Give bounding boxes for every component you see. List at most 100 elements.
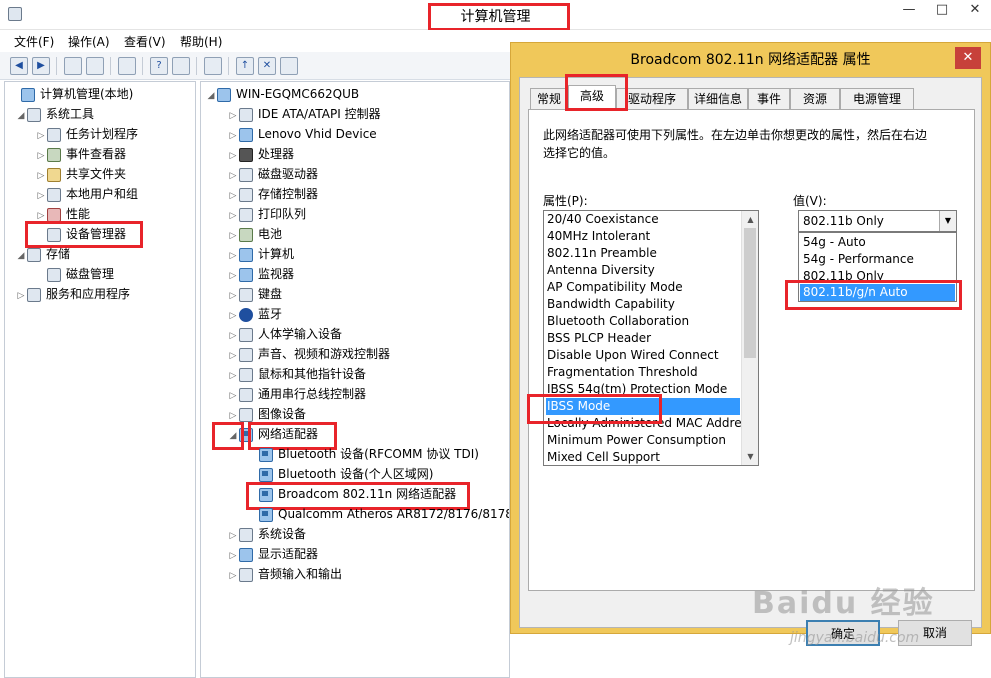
device-category[interactable]: ▷ Lenovo Vhid Device [227,124,377,144]
tree-node-event-viewer[interactable]: ▷ 事件查看器 [35,144,126,164]
tree-node-device-manager[interactable]: 设备管理器 [35,224,126,244]
menu-action[interactable]: 操作(A) [68,33,110,50]
device-category[interactable]: ▷ 处理器 [227,144,294,164]
value-option[interactable]: 54g - Auto [800,234,955,251]
value-select[interactable]: 802.11b Only ▼ [798,210,957,232]
property-item-selected[interactable]: IBSS Mode [546,398,740,415]
scan-hardware-icon[interactable] [204,57,222,75]
tree-node-task-scheduler[interactable]: ▷ 任务计划程序 [35,124,138,144]
device-category[interactable]: ▷ 磁盘驱动器 [227,164,318,184]
device-category-network[interactable]: ◢ 网络适配器 [227,424,318,444]
property-item[interactable]: 40MHz Intolerant [546,228,740,245]
tab-driver[interactable]: 驱动程序 [616,88,688,109]
maximize-button[interactable]: □ [926,0,958,22]
device-category[interactable]: ▷ 键盘 [227,284,282,304]
help-icon[interactable]: ? [150,57,168,75]
device-category[interactable]: ▷ 打印队列 [227,204,306,224]
value-option[interactable]: 802.11b Only [800,268,955,285]
property-item[interactable]: IBSS 54g(tm) Protection Mode [546,381,740,398]
property-item[interactable]: Locally Administered MAC Address [546,415,754,432]
tree-node-local-users[interactable]: ▷ 本地用户和组 [35,184,138,204]
tree-node-shared-folders[interactable]: ▷ 共享文件夹 [35,164,126,184]
scroll-down-icon[interactable]: ▼ [742,448,758,465]
tab-general[interactable]: 常规 [530,88,568,109]
network-device[interactable]: Bluetooth 设备(RFCOMM 协议 TDI) [259,444,479,464]
property-item[interactable]: Mixed Cell Support [546,449,740,465]
device-category[interactable]: ▷ 存储控制器 [227,184,318,204]
device-category[interactable]: ▷ 显示适配器 [227,544,318,564]
scroll-up-icon[interactable]: ▲ [742,211,758,228]
monitor-icon [239,267,253,282]
camera-icon [239,407,253,422]
tree-node-storage[interactable]: ◢ 存储 [15,244,70,264]
dialog-body: 常规 高级 驱动程序 详细信息 事件 资源 电源管理 此网络适配器可使用下列属性… [519,74,982,646]
computer-mgmt-icon [21,87,35,102]
device-category[interactable]: ▷ IDE ATA/ATAPI 控制器 [227,104,381,124]
show-tree-icon[interactable] [86,57,104,75]
device-category[interactable]: ▷ 鼠标和其他指针设备 [227,364,366,384]
device-category[interactable]: ▷ 蓝牙 [227,304,282,324]
menu-file[interactable]: 文件(F) [14,33,54,50]
device-category[interactable]: ▷ 音频输入和输出 [227,564,342,584]
scroll-thumb[interactable] [744,228,756,358]
tab-advanced[interactable]: 高级 [568,85,616,110]
tree-node-disk-management[interactable]: 磁盘管理 [35,264,114,284]
tree-node-system-tools[interactable]: ◢ 系统工具 [15,104,94,124]
console-tree: 计算机管理(本地) ◢ 系统工具 ▷ 任务计划程序 ▷ 事件查看器 ▷ 共享文件夹 ▷ 本… [4,81,196,678]
network-device[interactable]: Bluetooth 设备(个人区域网) [259,464,433,484]
tree-node-computer-management[interactable]: 计算机管理(本地) [9,84,133,104]
device-category[interactable]: ▷ 通用串行总线控制器 [227,384,366,404]
chevron-down-icon[interactable]: ▼ [939,211,956,231]
export-icon[interactable] [118,57,136,75]
forward-icon[interactable]: ▶ [32,57,50,75]
property-item[interactable]: BSS PLCP Header [546,330,740,347]
device-category[interactable]: ▷ 电池 [227,224,282,244]
advanced-panel: 此网络适配器可使用下列属性。在左边单击你想更改的属性，然后在右边选择它的值。 属… [527,109,975,591]
device-category[interactable]: ▷ 图像设备 [227,404,306,424]
device-category[interactable]: ▷ 人体学输入设备 [227,324,342,344]
up-folder-icon[interactable] [64,57,82,75]
tab-power-management[interactable]: 电源管理 [840,88,914,109]
menu-help[interactable]: 帮助(H) [180,33,222,50]
display-adapter-icon [239,547,253,562]
device-category[interactable]: ▷ 监视器 [227,264,294,284]
tab-resources[interactable]: 资源 [790,88,840,109]
tab-events[interactable]: 事件 [748,88,790,109]
property-item[interactable]: Bandwidth Capability [546,296,740,313]
property-item[interactable]: Fragmentation Threshold [546,364,740,381]
tab-details[interactable]: 详细信息 [688,88,748,109]
tree-node-services-apps[interactable]: ▷ 服务和应用程序 [15,284,130,304]
value-dropdown-list[interactable]: 54g - Auto 54g - Performance 802.11b Onl… [798,232,957,302]
close-button[interactable]: ✕ [959,0,991,22]
property-item[interactable]: AP Compatibility Mode [546,279,740,296]
property-item[interactable]: Disable Upon Wired Connect [546,347,740,364]
network-device-broadcom[interactable]: Broadcom 802.11n 网络适配器 [259,484,456,504]
property-item[interactable]: 802.11n Preamble [546,245,740,262]
minimize-button[interactable]: — [893,0,925,22]
property-item[interactable]: Antenna Diversity [546,262,740,279]
value-option-selected[interactable]: 802.11b/g/n Auto [800,284,955,301]
property-item[interactable]: Bluetooth Collaboration [546,313,740,330]
device-category[interactable]: ▷ 计算机 [227,244,294,264]
device-category[interactable]: ▷ 系统设备 [227,524,306,544]
update-driver-icon[interactable]: ↑ [236,57,254,75]
device-root[interactable]: ◢ WIN-EGQMC662QUB [205,84,359,104]
property-label: 属性(P): [543,194,588,208]
value-option[interactable]: 54g - Performance [800,251,955,268]
tree-node-performance[interactable]: ▷ 性能 [35,204,90,224]
network-device[interactable]: Qualcomm Atheros AR8172/8176/8178 [259,504,509,524]
property-item[interactable]: 20/40 Coexistance [546,211,740,228]
property-scrollbar[interactable]: ▲ ▼ [741,211,758,465]
dialog-close-button[interactable]: ✕ [955,47,981,69]
device-category[interactable]: ▷ 声音、视频和游戏控制器 [227,344,390,364]
mouse-icon [239,367,253,382]
disable-device-icon[interactable]: ✕ [258,57,276,75]
menu-view[interactable]: 查看(V) [124,33,166,50]
property-list[interactable]: 20/40 Coexistance 40MHz Intolerant 802.1… [543,210,759,466]
uninstall-device-icon[interactable] [280,57,298,75]
back-icon[interactable]: ◀ [10,57,28,75]
toolbar-divider [228,57,229,75]
property-item[interactable]: Minimum Power Consumption [546,432,740,449]
properties-icon[interactable] [172,57,190,75]
value-label: 值(V): [793,194,827,208]
